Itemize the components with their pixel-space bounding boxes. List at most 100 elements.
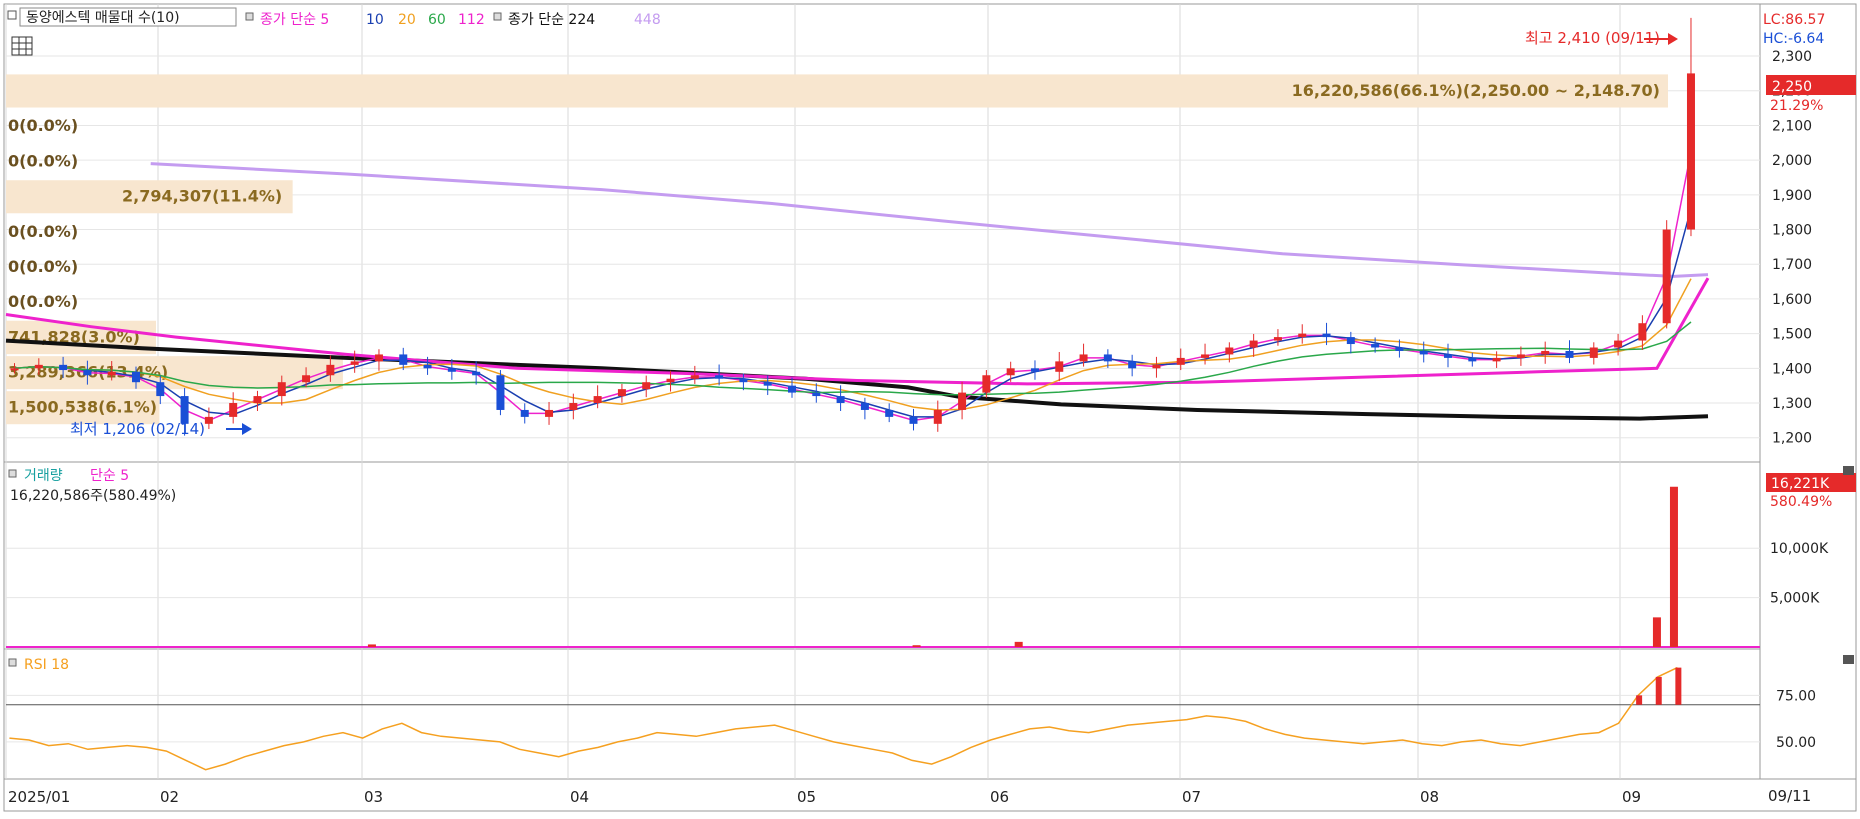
volume-readout: 16,220,586주(580.49%) bbox=[10, 488, 176, 504]
candle-body bbox=[763, 382, 772, 386]
volume-close-icon[interactable] bbox=[1843, 466, 1854, 475]
volume-profile-label: 2,794,307(11.4%) bbox=[122, 187, 282, 206]
ma10-label[interactable]: 10 bbox=[366, 12, 384, 28]
rsi-tick-label: 50.00 bbox=[1776, 735, 1816, 751]
candle-body bbox=[399, 354, 408, 365]
volume-bar bbox=[912, 645, 921, 647]
candle-body bbox=[1055, 361, 1064, 372]
last-volume-tag: 16,221K bbox=[1771, 476, 1830, 492]
candle-body bbox=[1444, 354, 1453, 358]
volume-profile-label: 1,500,538(6.1%) bbox=[8, 398, 157, 417]
candle-body bbox=[1103, 354, 1112, 362]
candle-body bbox=[59, 364, 68, 371]
price-tick-label: 1,400 bbox=[1772, 361, 1812, 377]
candle-body bbox=[1273, 337, 1282, 341]
high-annotation: 최고 2,410 (09/11) bbox=[1525, 29, 1660, 47]
ma60-label[interactable]: 60 bbox=[428, 12, 446, 28]
candle-body bbox=[156, 382, 165, 397]
volume-bar bbox=[1014, 641, 1023, 647]
x-tick-label: 08 bbox=[1420, 788, 1439, 806]
ma20-label[interactable]: 20 bbox=[398, 12, 416, 28]
stock-label[interactable]: 동양에스텍 매물대 수(10) bbox=[26, 10, 180, 26]
candle-body bbox=[690, 375, 699, 379]
candle-body bbox=[885, 409, 894, 417]
lc-label: LC:86.57 bbox=[1763, 12, 1825, 28]
candle-body bbox=[253, 396, 262, 404]
volume-bar bbox=[1669, 486, 1678, 647]
volume-bar bbox=[367, 644, 376, 647]
candle-body bbox=[1395, 347, 1404, 351]
x-axis-frame bbox=[3, 778, 1857, 812]
rsi-panel-frame bbox=[3, 648, 1761, 780]
rsi-tick-label: 75.00 bbox=[1776, 688, 1816, 704]
candle-body bbox=[666, 378, 675, 383]
price-tick-label: 2,100 bbox=[1772, 118, 1812, 134]
ma-group2-box-icon[interactable] bbox=[493, 12, 502, 21]
volume-title[interactable]: 거래량 bbox=[24, 468, 63, 484]
x-tick-label: 05 bbox=[797, 788, 816, 806]
volume-ma-title[interactable]: 단순 5 bbox=[90, 468, 129, 484]
candle-body bbox=[617, 389, 626, 397]
rsi-box-icon[interactable] bbox=[8, 658, 17, 667]
price-panel-frame bbox=[3, 3, 1761, 463]
legend-box-icon[interactable] bbox=[7, 10, 17, 20]
candle-body bbox=[836, 396, 845, 404]
price-tick-label: 1,800 bbox=[1772, 223, 1812, 239]
candle-body bbox=[982, 375, 991, 393]
candle-body bbox=[933, 409, 942, 424]
candle-body bbox=[1249, 340, 1258, 348]
candle-body bbox=[642, 382, 651, 390]
ma224-label[interactable]: 종가 단순 224 bbox=[508, 12, 595, 28]
candle-body bbox=[739, 378, 748, 383]
price-tick-label: 1,500 bbox=[1772, 327, 1812, 343]
volume-profile-label: 16,220,586(66.1%)(2,250.00 ~ 2,148.70) bbox=[1292, 81, 1660, 100]
candle-body bbox=[1516, 354, 1525, 358]
candle-body bbox=[1589, 347, 1598, 358]
candle-body bbox=[958, 392, 967, 410]
volume-profile-label: 0(0.0%) bbox=[8, 222, 78, 241]
volume-profile-label: 0(0.0%) bbox=[8, 257, 78, 276]
volume-box-icon[interactable] bbox=[8, 469, 17, 478]
candle-body bbox=[860, 403, 869, 410]
candle-body bbox=[204, 416, 213, 424]
x-tick-label: 04 bbox=[570, 788, 589, 806]
ma-group1-box-icon[interactable] bbox=[245, 12, 254, 21]
ma5-label[interactable]: 종가 단순 5 bbox=[260, 12, 329, 28]
candle-body bbox=[1176, 357, 1185, 365]
ma448-label[interactable]: 448 bbox=[634, 12, 661, 28]
candle-body bbox=[229, 403, 238, 417]
low-annotation: 최저 1,206 (02/14) bbox=[70, 420, 205, 438]
candle-body bbox=[1030, 368, 1039, 372]
last-price-tag: 2,250 bbox=[1772, 79, 1812, 95]
x-tick-label: 03 bbox=[364, 788, 383, 806]
rsi-close-icon[interactable] bbox=[1843, 655, 1854, 664]
price-tick-label: 1,600 bbox=[1772, 292, 1812, 308]
candle-body bbox=[1565, 350, 1574, 358]
candle-body bbox=[1201, 354, 1210, 358]
ma112-label[interactable]: 112 bbox=[458, 12, 485, 28]
price-tick-label: 1,300 bbox=[1772, 396, 1812, 412]
candle-body bbox=[1468, 357, 1477, 362]
candle-body bbox=[496, 375, 505, 410]
volume-bar bbox=[1652, 617, 1661, 647]
x-tick-label: 06 bbox=[990, 788, 1009, 806]
candle-body bbox=[1541, 350, 1550, 355]
candle-body bbox=[545, 409, 554, 417]
candle-body bbox=[131, 371, 140, 383]
volume-tick-label: 5,000K bbox=[1770, 591, 1820, 607]
rsi-title[interactable]: RSI 18 bbox=[24, 657, 69, 673]
x-tick-label: 2025/01 bbox=[8, 788, 70, 806]
hc-label: HC:-6.64 bbox=[1763, 31, 1824, 47]
candle-body bbox=[277, 382, 286, 397]
candle-body bbox=[1492, 357, 1501, 362]
stock-chart-window: 16,220,586(66.1%)(2,250.00 ~ 2,148.70) 0(… bbox=[0, 0, 1860, 815]
candle-body bbox=[1638, 323, 1647, 341]
candle-body bbox=[593, 396, 602, 404]
candle-body bbox=[1614, 340, 1623, 348]
x-tick-label: 09 bbox=[1622, 788, 1641, 806]
volume-profile-label: 0(0.0%) bbox=[8, 292, 78, 311]
candle-body bbox=[1128, 361, 1137, 369]
candle-body bbox=[812, 392, 821, 397]
table-icon[interactable] bbox=[11, 36, 33, 56]
x-tick-label: 07 bbox=[1182, 788, 1201, 806]
